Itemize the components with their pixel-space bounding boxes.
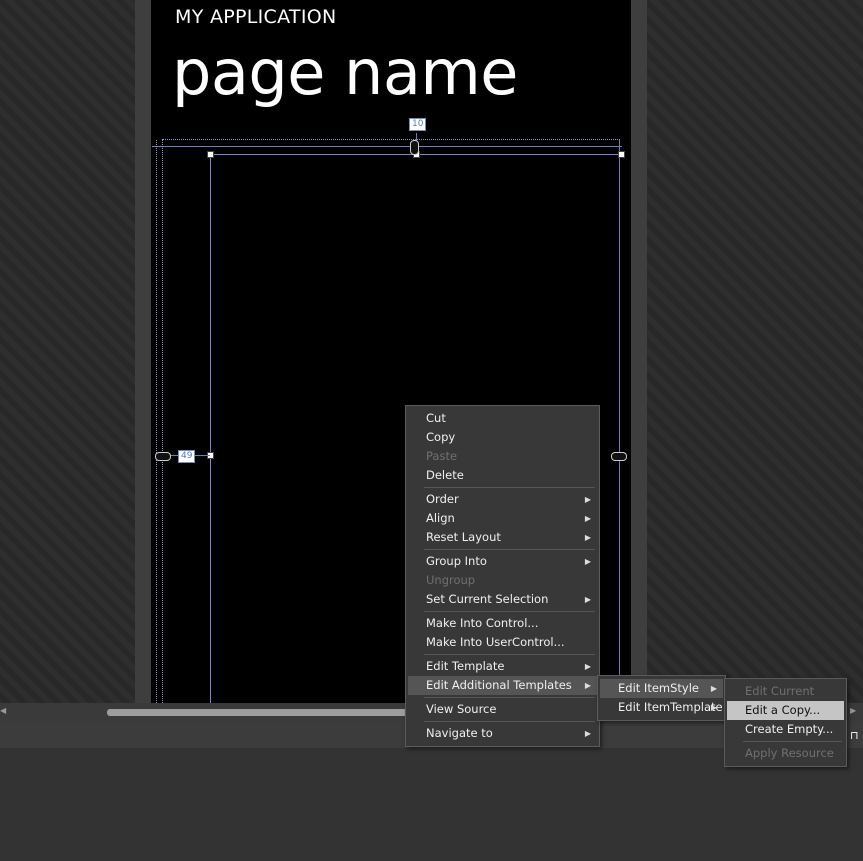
menu-item-make-into-usercontrol[interactable]: Make Into UserControl... [406,633,599,652]
left-margin-badge: 49 [178,450,196,463]
scrollbar-thumb[interactable] [107,709,407,716]
menu-item-delete[interactable]: Delete [406,466,599,485]
menu-separator [424,549,595,550]
submenu-arrow-icon: ▶ [584,514,591,523]
menu-item-edit-itemtemplate[interactable]: Edit ItemTemplate ▶ [598,698,725,717]
menu-item-label: Align [426,511,455,525]
menu-item-label: Copy [426,430,456,444]
menu-item-order[interactable]: Order ▶ [406,490,599,509]
menu-item-label: Reset Layout [426,530,501,544]
menu-item-label: Make Into UserControl... [426,635,565,649]
top-pin-icon[interactable] [410,140,419,155]
menu-item-edit-template[interactable]: Edit Template ▶ [406,657,599,676]
menu-separator [424,721,595,722]
itemstyle-submenu: Edit Current Edit a Copy... Create Empty… [724,678,847,767]
menu-item-edit-additional-templates[interactable]: Edit Additional Templates ▶ [408,676,597,695]
scroll-right-icon[interactable]: ▶ [850,706,856,715]
menu-item-edit-a-copy[interactable]: Edit a Copy... [727,701,844,720]
menu-item-cut[interactable]: Cut [406,409,599,428]
menu-item-edit-itemstyle[interactable]: Edit ItemStyle ▶ [600,679,723,698]
menu-item-label: Edit Additional Templates [426,678,572,692]
menu-item-reset-layout[interactable]: Reset Layout ▶ [406,528,599,547]
left-guide-line-inner [162,140,163,703]
submenu-arrow-icon: ▶ [584,533,591,542]
menu-separator [743,741,842,742]
menu-item-label: Edit a Copy... [745,703,821,717]
application-title[interactable]: MY APPLICATION [175,6,337,28]
pin-icon[interactable]: ⊓ [850,729,860,743]
top-guide-line [162,139,620,140]
menu-item-copy[interactable]: Copy [406,428,599,447]
menu-item-ungroup[interactable]: Ungroup [406,571,599,590]
menu-item-label: Paste [426,449,458,463]
menu-item-label: Navigate to [426,726,493,740]
menu-item-make-into-control[interactable]: Make Into Control... [406,614,599,633]
menu-item-create-empty[interactable]: Create Empty... [725,720,846,739]
menu-item-paste[interactable]: Paste [406,447,599,466]
scroll-left-icon[interactable]: ◀ [0,706,6,715]
menu-item-align[interactable]: Align ▶ [406,509,599,528]
left-pin-icon[interactable] [155,452,171,461]
menu-item-label: Group Into [426,554,487,568]
menu-item-label: Create Empty... [745,722,834,736]
submenu-arrow-icon: ▶ [710,684,717,693]
submenu-arrow-icon: ▶ [584,557,591,566]
menu-item-label: Delete [426,468,464,482]
menu-separator [424,487,595,488]
submenu-arrow-icon: ▶ [584,595,591,604]
right-pin-icon[interactable] [611,452,627,461]
resize-handle-top-left[interactable] [207,151,214,158]
menu-item-navigate-to[interactable]: Navigate to ▶ [406,724,599,743]
menu-item-label: Edit Current [745,684,815,698]
menu-item-label: Edit ItemTemplate [618,700,723,714]
context-menu: Cut Copy Paste Delete Order ▶ Align ▶ Rese… [405,405,600,747]
menu-item-label: Apply Resource [745,746,834,760]
submenu-arrow-icon: ▶ [584,681,591,690]
menu-item-label: Set Current Selection [426,592,549,606]
menu-item-label: Edit Template [426,659,505,673]
menu-item-label: Edit ItemStyle [618,681,699,695]
submenu-arrow-icon: ▶ [584,729,591,738]
menu-item-group-into[interactable]: Group Into ▶ [406,552,599,571]
grid-top-line [152,146,622,147]
submenu-arrow-icon: ▶ [584,495,591,504]
menu-separator [424,611,595,612]
menu-separator [424,697,595,698]
submenu-arrow-icon: ▶ [710,703,717,712]
left-guide-line [156,140,157,703]
menu-item-label: Ungroup [426,573,476,587]
additional-templates-submenu: Edit ItemStyle ▶ Edit ItemTemplate ▶ [597,675,726,721]
menu-item-label: View Source [426,702,497,716]
menu-item-label: Make Into Control... [426,616,539,630]
top-margin-badge: 10 [409,118,427,131]
menu-item-apply-resource[interactable]: Apply Resource [725,744,846,763]
menu-item-set-current-selection[interactable]: Set Current Selection ▶ [406,590,599,609]
resize-handle-top-right[interactable] [618,151,625,158]
menu-item-edit-current[interactable]: Edit Current [725,682,846,701]
page-title[interactable]: page name [172,36,518,109]
menu-item-label: Order [426,492,459,506]
menu-separator [424,654,595,655]
submenu-arrow-icon: ▶ [584,662,591,671]
menu-item-label: Cut [426,411,446,425]
menu-item-view-source[interactable]: View Source [406,700,599,719]
